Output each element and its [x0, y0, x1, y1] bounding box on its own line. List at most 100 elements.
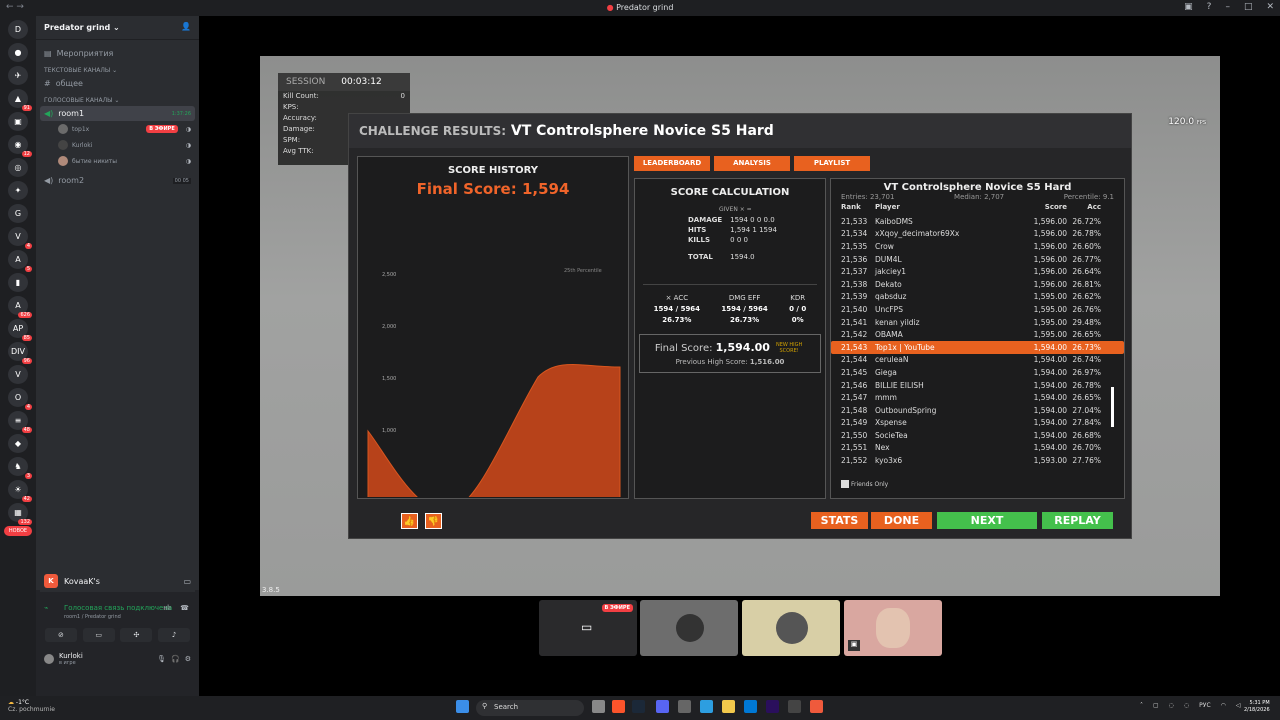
server-icon[interactable]: ●: [8, 43, 28, 62]
server-icon[interactable]: НОВОЕ: [4, 526, 32, 536]
steam-icon[interactable]: [632, 700, 645, 713]
stream-tile-user4[interactable]: ▣: [844, 600, 942, 656]
tab-analysis[interactable]: ANALYSIS: [714, 156, 790, 171]
avatar[interactable]: [44, 654, 54, 664]
next-button[interactable]: NEXT: [937, 512, 1037, 529]
server-icon[interactable]: V: [8, 365, 28, 384]
kovaak-icon[interactable]: [810, 700, 823, 713]
leaderboard-row[interactable]: 21,547 mmm 1,594.00 26.65%: [831, 391, 1124, 404]
stream-tile-user2[interactable]: [640, 600, 738, 656]
friends-only-toggle[interactable]: Friends Only: [841, 480, 888, 488]
events-item[interactable]: ▤ Мероприятия: [36, 46, 199, 61]
stream-tile-screen[interactable]: В ЭФИРЕ ▭: [539, 600, 637, 656]
leaderboard-row[interactable]: 21,541 kenan yildiz 1,595.00 29.48%: [831, 316, 1124, 329]
activities-button[interactable]: ✣: [120, 628, 153, 642]
settings-gear-icon[interactable]: ⚙: [185, 655, 191, 663]
activity-kovaak[interactable]: K KovaaK's ▭: [40, 570, 195, 592]
server-icon[interactable]: O4: [8, 388, 32, 410]
discord-icon[interactable]: [656, 700, 669, 713]
disconnect-icon[interactable]: ☎: [180, 604, 189, 612]
brave-icon[interactable]: [612, 700, 625, 713]
premiere-icon[interactable]: [766, 700, 779, 713]
tab-leaderboard[interactable]: LEADERBOARD: [634, 156, 710, 171]
settings-icon[interactable]: [678, 700, 691, 713]
media-icon[interactable]: [788, 700, 801, 713]
server-icon[interactable]: G: [8, 204, 28, 223]
replay-button[interactable]: REPLAY: [1042, 512, 1113, 529]
screen-share-button[interactable]: ▭: [82, 628, 115, 642]
stats-button[interactable]: STATS: [811, 512, 868, 529]
server-icon[interactable]: ✈: [8, 66, 28, 85]
server-icon[interactable]: ≡ 48: [8, 411, 32, 433]
server-icon[interactable]: D: [8, 20, 28, 39]
server-icon[interactable]: ▣: [8, 112, 28, 131]
add-member-icon[interactable]: 👤: [181, 22, 191, 31]
stream-tile-user3[interactable]: [742, 600, 840, 656]
voice-user[interactable]: top1x В ЭФИРЕ ◑: [36, 121, 199, 137]
leaderboard-row[interactable]: 21,548 OutboundSpring 1,594.00 27.04%: [831, 404, 1124, 417]
tab-playlist[interactable]: PLAYLIST: [794, 156, 870, 171]
server-icon[interactable]: ◆: [8, 434, 28, 453]
minimize-icon[interactable]: –: [1225, 2, 1230, 12]
server-icon[interactable]: V4: [8, 227, 32, 249]
server-icon[interactable]: ▲ 91: [8, 89, 32, 111]
leaderboard-row[interactable]: 21,549 Xspense 1,594.00 27.84%: [831, 417, 1124, 430]
leaderboard-row[interactable]: 21,534 xXqoy_decimator69Xx 1,596.00 26.78%: [831, 228, 1124, 241]
voice-channel-room2[interactable]: ◀) room2 00 05: [36, 173, 199, 188]
server-icon[interactable]: ◉ 12: [8, 135, 32, 157]
chevron-up-icon[interactable]: ˄: [1140, 702, 1143, 709]
leaderboard-row[interactable]: 21,538 Dekato 1,596.00 26.81%: [831, 278, 1124, 291]
voice-user[interactable]: Kurloki ◑: [36, 137, 199, 153]
app-icon[interactable]: [744, 700, 757, 713]
voice-user[interactable]: бытие никиты ◑: [36, 153, 199, 169]
server-icon[interactable]: ✦: [8, 181, 28, 200]
leaderboard-row[interactable]: 21,533 KaiboDMS 1,596.00 26.72%: [831, 215, 1124, 228]
leaderboard-row[interactable]: 21,544 ceruleaN 1,594.00 26.74%: [831, 354, 1124, 367]
volume-icon[interactable]: ◁: [1236, 702, 1241, 709]
voice-connection-status[interactable]: ⌁ Голосовая связь подключена room1 / Pre…: [36, 590, 199, 620]
thumbs-up-icon[interactable]: 👍: [401, 513, 418, 529]
done-button[interactable]: DONE: [871, 512, 932, 529]
server-icon[interactable]: ♞ 3: [8, 457, 32, 479]
friends-only-checkbox[interactable]: [841, 480, 849, 488]
soundboard-button[interactable]: ♪: [158, 628, 191, 642]
leaderboard-list[interactable]: 21,533 KaiboDMS 1,596.00 26.72% 21,534 xXqoy_…: [831, 215, 1124, 467]
headphones-icon[interactable]: 🎧: [171, 655, 180, 663]
server-header[interactable]: Predator grind ⌄ 👤: [36, 16, 199, 40]
camera-off-button[interactable]: ⊘: [44, 628, 77, 642]
server-icon[interactable]: ▮: [8, 273, 28, 292]
server-icon[interactable]: A5: [8, 250, 32, 272]
server-icon[interactable]: ☀ 42: [8, 480, 32, 502]
server-icon[interactable]: AP 85: [8, 319, 32, 341]
tray-icon[interactable]: ◌: [1169, 702, 1174, 709]
tray-icon[interactable]: ◌: [1184, 702, 1189, 709]
maximize-icon[interactable]: □: [1244, 2, 1253, 12]
taskbar-search[interactable]: ⚲ Search: [476, 700, 584, 716]
thumbs-down-icon[interactable]: 👎: [425, 513, 442, 529]
inbox-icon[interactable]: ▣: [1184, 2, 1193, 12]
server-icon[interactable]: ▦ 132: [8, 503, 32, 525]
app-icon[interactable]: [700, 700, 713, 713]
leaderboard-row[interactable]: 21,546 BILLIE EILISH 1,594.00 26.78%: [831, 379, 1124, 392]
network-icon[interactable]: ▢: [1153, 702, 1159, 709]
file-explorer-icon[interactable]: [722, 700, 735, 713]
leaderboard-row-current-user[interactable]: 21,543 Top1x | YouTube 1,594.00 26.73%: [831, 340, 1124, 354]
leaderboard-row[interactable]: 21,535 Crow 1,596.00 26.60%: [831, 240, 1124, 253]
leaderboard-row[interactable]: 21,545 Giega 1,594.00 26.97%: [831, 366, 1124, 379]
leaderboard-scrollbar[interactable]: [1111, 387, 1114, 427]
leaderboard-row[interactable]: 21,551 Nex 1,594.00 26.70%: [831, 442, 1124, 455]
weather-widget[interactable]: ☁ -1°C Cz. pochmurnie: [8, 699, 55, 713]
leaderboard-row[interactable]: 21,537 jakciey1 1,596.00 26.64%: [831, 265, 1124, 278]
help-icon[interactable]: ?: [1207, 2, 1212, 12]
server-icon[interactable]: A 626: [8, 296, 32, 318]
leaderboard-row[interactable]: 21,552 kyo3x6 1,593.00 27.76%: [831, 454, 1124, 467]
voice-category[interactable]: Голосовые каналы ⌄: [36, 91, 199, 106]
leaderboard-row[interactable]: 21,540 UncFPS 1,595.00 26.76%: [831, 303, 1124, 316]
task-view-icon[interactable]: [592, 700, 605, 713]
screen-icon[interactable]: ▭: [183, 577, 191, 586]
server-icon[interactable]: DIV 96: [8, 342, 32, 364]
leaderboard-row[interactable]: 21,542 OBAMA 1,595.00 26.65%: [831, 328, 1124, 341]
text-channel-general[interactable]: # общее: [36, 76, 199, 91]
close-icon[interactable]: ✕: [1266, 2, 1274, 12]
start-icon[interactable]: [456, 700, 469, 713]
